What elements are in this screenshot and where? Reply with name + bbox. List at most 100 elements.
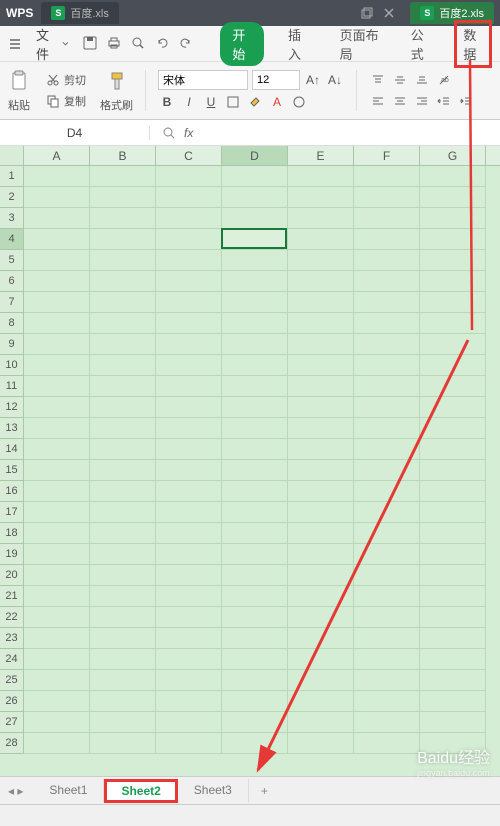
tab-formula[interactable]: 公式 [403, 21, 439, 67]
cell[interactable] [222, 250, 288, 271]
select-all-corner[interactable] [0, 146, 24, 165]
row-header-2[interactable]: 2 [0, 187, 24, 208]
cell[interactable] [354, 187, 420, 208]
cell[interactable] [420, 208, 486, 229]
cell[interactable] [288, 355, 354, 376]
cell[interactable] [156, 733, 222, 754]
row-header-10[interactable]: 10 [0, 355, 24, 376]
cell[interactable] [354, 355, 420, 376]
cell[interactable] [24, 481, 90, 502]
cell[interactable] [222, 481, 288, 502]
cell[interactable] [420, 250, 486, 271]
align-middle-icon[interactable] [391, 71, 409, 89]
cell[interactable] [420, 586, 486, 607]
cell[interactable] [354, 376, 420, 397]
cell[interactable] [354, 166, 420, 187]
row-header-12[interactable]: 12 [0, 397, 24, 418]
cell[interactable] [354, 586, 420, 607]
cell[interactable] [90, 502, 156, 523]
cell[interactable] [288, 649, 354, 670]
cell[interactable] [90, 523, 156, 544]
cell[interactable] [420, 460, 486, 481]
cell[interactable] [354, 313, 420, 334]
cell[interactable] [222, 565, 288, 586]
cell[interactable] [24, 586, 90, 607]
cell[interactable] [222, 355, 288, 376]
cell[interactable] [90, 271, 156, 292]
cell[interactable] [288, 439, 354, 460]
increase-font-icon[interactable]: A↑ [304, 71, 322, 89]
format-painter-icon[interactable] [104, 68, 130, 94]
row-header-17[interactable]: 17 [0, 502, 24, 523]
row-header-13[interactable]: 13 [0, 418, 24, 439]
cell[interactable] [288, 502, 354, 523]
cell[interactable] [24, 502, 90, 523]
cell[interactable] [156, 229, 222, 250]
cell[interactable] [288, 271, 354, 292]
sheet-tab-sheet1[interactable]: Sheet1 [33, 779, 104, 803]
cell[interactable] [288, 208, 354, 229]
row-header-22[interactable]: 22 [0, 607, 24, 628]
cell[interactable] [156, 355, 222, 376]
search-icon[interactable] [162, 126, 176, 140]
cell[interactable] [354, 334, 420, 355]
cell[interactable] [90, 187, 156, 208]
cell[interactable] [354, 670, 420, 691]
cell[interactable] [24, 187, 90, 208]
cell[interactable] [24, 292, 90, 313]
cell[interactable] [420, 271, 486, 292]
cell[interactable] [420, 691, 486, 712]
cell[interactable] [90, 166, 156, 187]
align-top-icon[interactable] [369, 71, 387, 89]
sheet-tab-sheet2[interactable]: Sheet2 [104, 779, 177, 803]
col-header-E[interactable]: E [288, 146, 354, 165]
cell[interactable] [222, 628, 288, 649]
window-close-icon[interactable] [382, 6, 396, 20]
cell[interactable] [222, 208, 288, 229]
cell[interactable] [288, 712, 354, 733]
cell[interactable] [24, 355, 90, 376]
cell[interactable] [222, 166, 288, 187]
cell[interactable] [420, 628, 486, 649]
cell[interactable] [420, 502, 486, 523]
cell[interactable] [90, 565, 156, 586]
row-header-21[interactable]: 21 [0, 586, 24, 607]
cell[interactable] [420, 166, 486, 187]
cell[interactable] [156, 565, 222, 586]
cell[interactable] [354, 229, 420, 250]
cell[interactable] [354, 712, 420, 733]
cell[interactable] [156, 523, 222, 544]
cell[interactable] [354, 565, 420, 586]
cell[interactable] [288, 523, 354, 544]
cell[interactable] [288, 229, 354, 250]
redo-icon[interactable] [178, 35, 196, 53]
cell[interactable] [420, 481, 486, 502]
spreadsheet-grid[interactable]: ABCDEFG 12345678910111213141516171819202… [0, 146, 500, 776]
cell[interactable] [222, 523, 288, 544]
print-icon[interactable] [106, 35, 124, 53]
align-left-icon[interactable] [369, 92, 387, 110]
cell[interactable] [288, 334, 354, 355]
row-header-23[interactable]: 23 [0, 628, 24, 649]
cell[interactable] [222, 334, 288, 355]
underline-button[interactable]: U [202, 93, 220, 111]
cell[interactable] [24, 376, 90, 397]
cell[interactable] [420, 229, 486, 250]
cell[interactable] [24, 397, 90, 418]
tab-data[interactable]: 数据 [454, 20, 492, 68]
row-header-15[interactable]: 15 [0, 460, 24, 481]
cell[interactable] [288, 670, 354, 691]
cell[interactable] [24, 565, 90, 586]
cell[interactable] [354, 691, 420, 712]
cell[interactable] [24, 418, 90, 439]
cell[interactable] [156, 376, 222, 397]
cell[interactable] [24, 313, 90, 334]
cell[interactable] [24, 250, 90, 271]
row-header-25[interactable]: 25 [0, 670, 24, 691]
cell[interactable] [222, 418, 288, 439]
cell[interactable] [420, 649, 486, 670]
cell[interactable] [222, 733, 288, 754]
cell[interactable] [420, 292, 486, 313]
cell[interactable] [90, 628, 156, 649]
cell[interactable] [288, 565, 354, 586]
